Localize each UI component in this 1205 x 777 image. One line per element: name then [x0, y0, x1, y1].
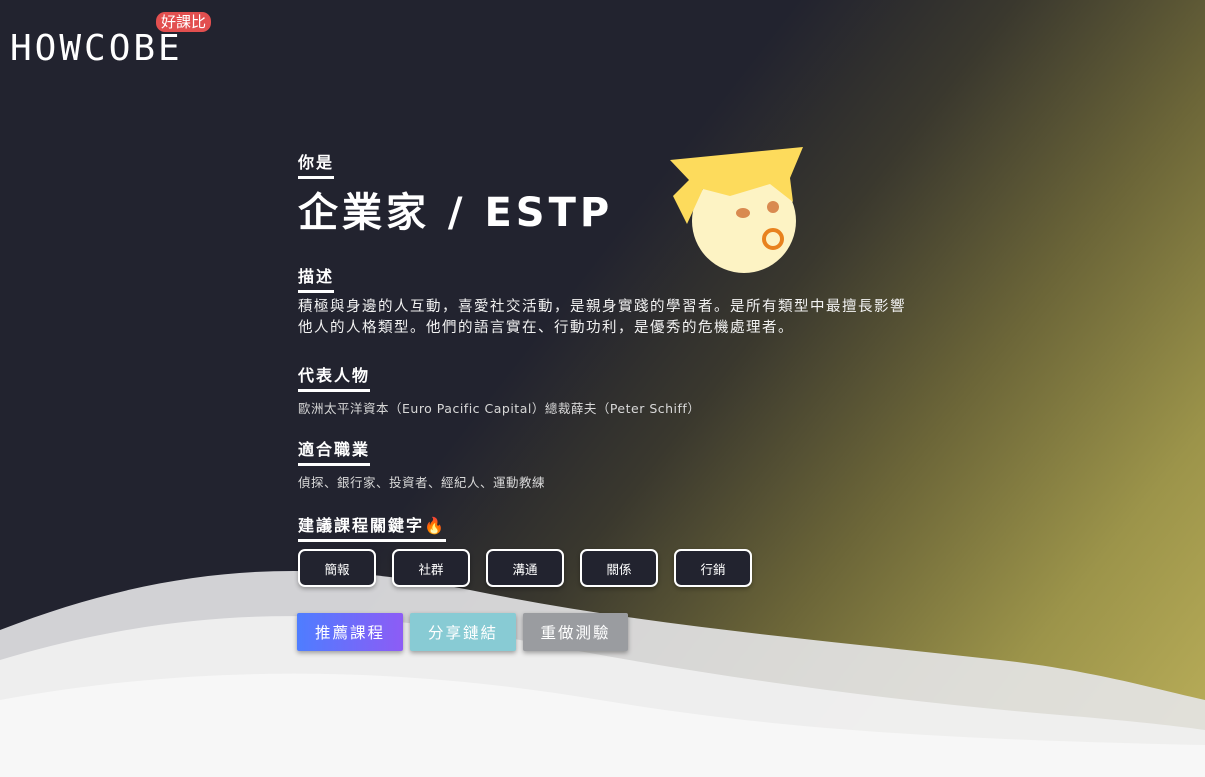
recommend-courses-button[interactable]: 推薦課程: [297, 613, 403, 651]
estp-avatar-icon: [670, 147, 803, 273]
logo-wordmark: HOWCOBE: [10, 28, 183, 69]
retake-test-button[interactable]: 重做測驗: [523, 613, 628, 651]
keyword-tag[interactable]: 溝通: [486, 549, 564, 587]
representative-text: 歐洲太平洋資本（Euro Pacific Capital）總裁薛夫（Peter …: [298, 401, 701, 416]
keyword-tag[interactable]: 關係: [580, 549, 658, 587]
description-text: 積極與身邊的人互動，喜愛社交活動，是親身實踐的學習者。是所有類型中最擅長影響他人…: [298, 299, 906, 336]
action-buttons: 推薦課程 分享鏈結 重做測驗: [297, 613, 628, 651]
personality-title: 企業家 / ESTP: [298, 190, 614, 236]
logo-badge: 好課比: [156, 12, 212, 32]
representative-label: 代表人物: [298, 366, 371, 392]
keyword-tag[interactable]: 簡報: [298, 549, 376, 587]
description-label: 描述: [298, 267, 335, 293]
share-link-button[interactable]: 分享鏈結: [410, 613, 516, 651]
howcobe-logo[interactable]: HOWCOBE 好課比: [10, 12, 220, 74]
keyword-tags: 簡報 社群 溝通 關係 行銷: [298, 549, 752, 587]
intro-label: 你是: [298, 153, 335, 179]
careers-label: 適合職業: [298, 440, 371, 466]
keywords-label: 建議課程關鍵字🔥: [298, 516, 446, 542]
background-waves: [0, 570, 1205, 777]
keyword-tag[interactable]: 社群: [392, 549, 470, 587]
keyword-tag[interactable]: 行銷: [674, 549, 752, 587]
careers-text: 偵探、銀行家、投資者、經紀人、運動教練: [298, 475, 546, 490]
